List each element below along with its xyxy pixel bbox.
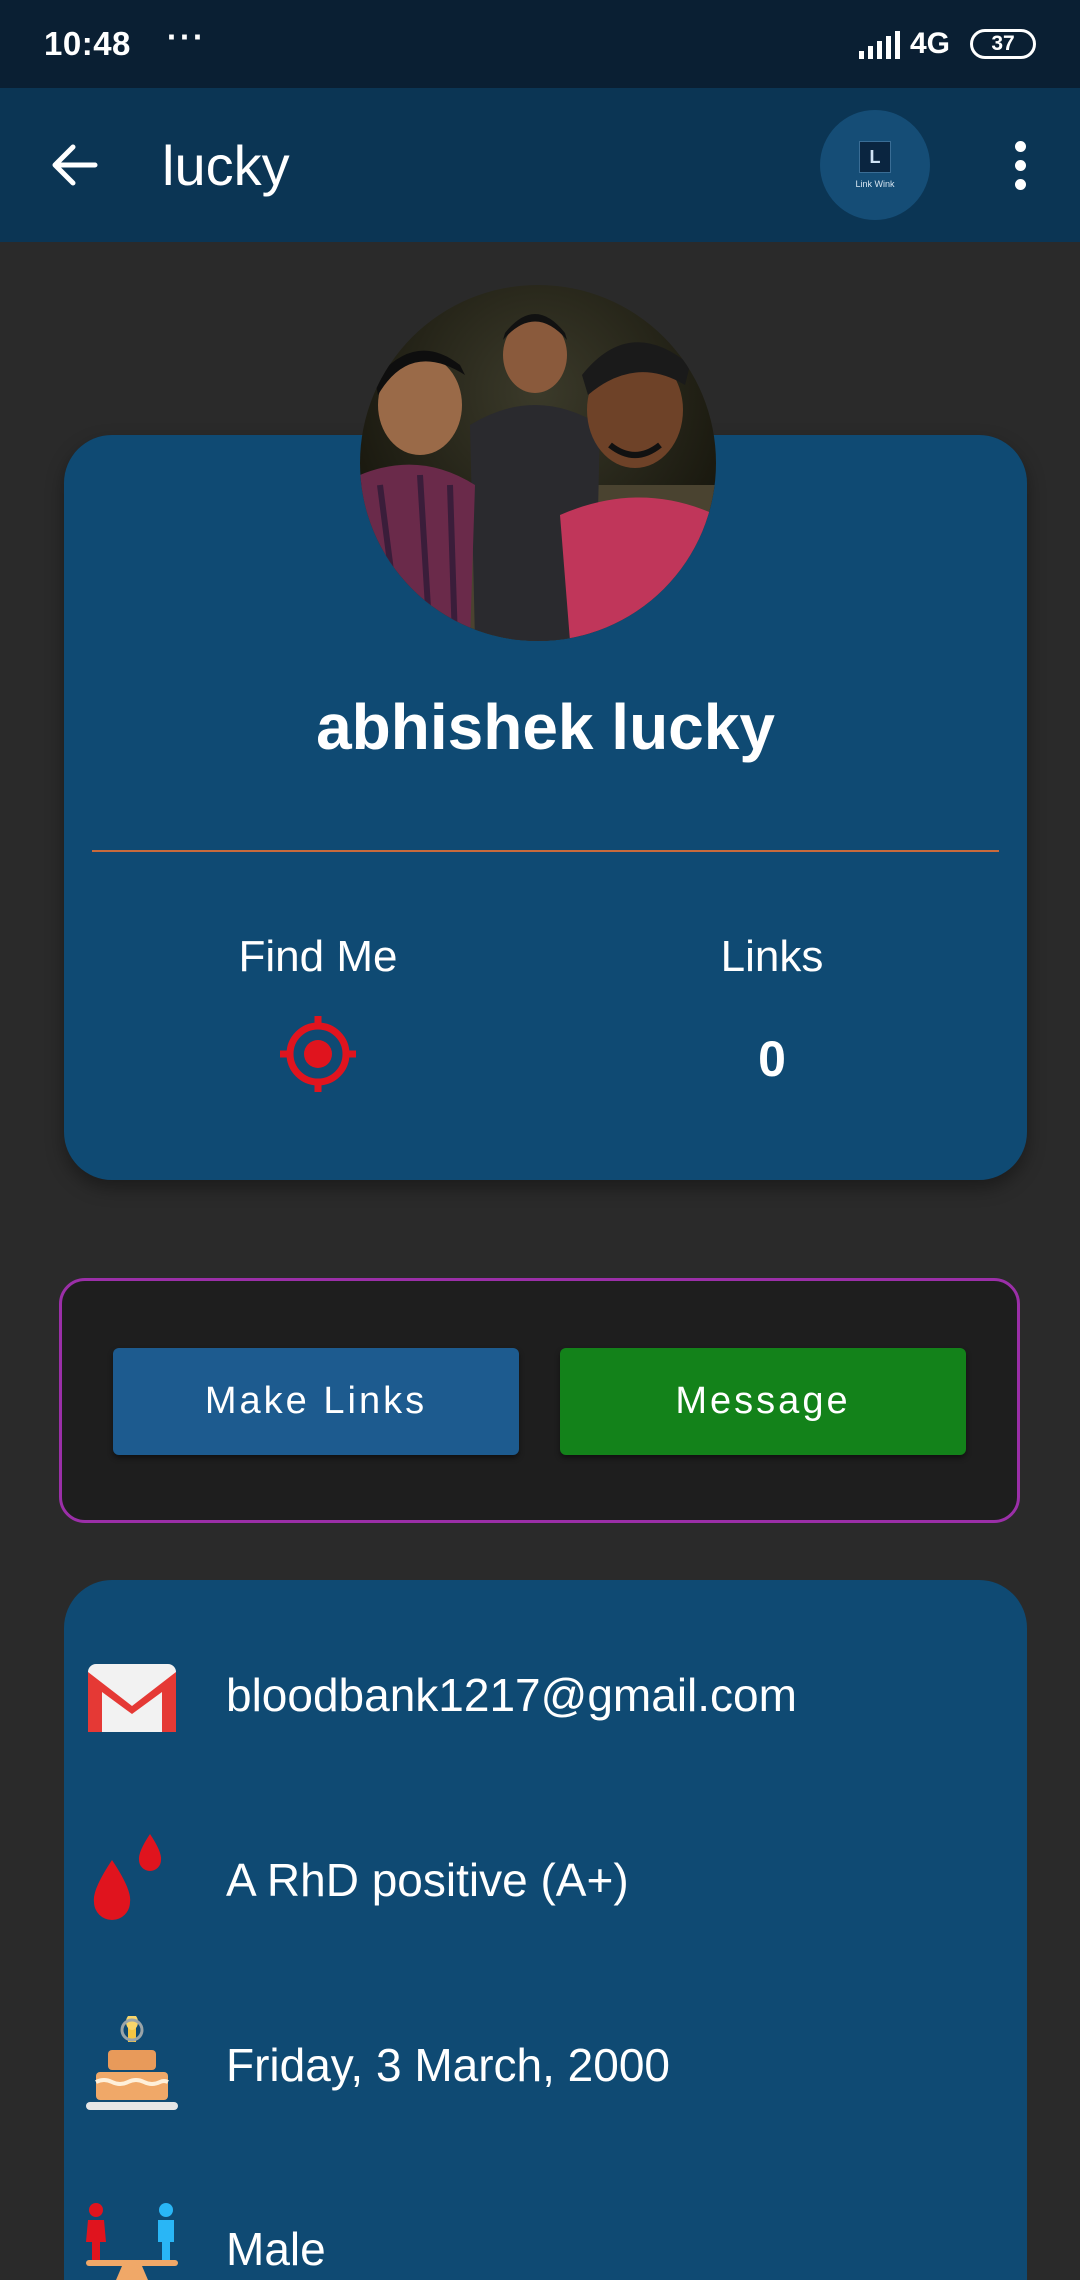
battery-level: 37 xyxy=(991,32,1015,55)
back-button[interactable] xyxy=(40,130,110,200)
avatar[interactable] xyxy=(360,285,716,641)
gmail-icon xyxy=(82,1648,182,1748)
blood-group-text: A RhD positive (A+) xyxy=(226,1854,629,1906)
blood-drop-icon xyxy=(82,1830,182,1930)
logo-letter: L xyxy=(859,141,891,173)
profile-name: abhishek lucky xyxy=(316,691,775,763)
signal-icon xyxy=(858,29,900,59)
more-options-icon[interactable] xyxy=(1000,130,1040,200)
gender-icon xyxy=(82,2200,182,2280)
notification-dots: ··· xyxy=(166,18,206,55)
birthday-text: Friday, 3 March, 2000 xyxy=(226,2039,671,2091)
app-logo[interactable]: L Link Wink xyxy=(820,110,930,220)
status-bar: 10:48 ··· 4G 37 xyxy=(0,0,1080,88)
network-type: 4G xyxy=(909,27,950,60)
app-bar: lucky L Link Wink xyxy=(0,88,1080,242)
target-location-icon[interactable] xyxy=(278,1014,358,1094)
back-arrow-icon xyxy=(52,144,98,186)
logo-caption: Link Wink xyxy=(855,179,895,189)
email-text: bloodbank1217@gmail.com xyxy=(226,1669,797,1721)
gender-text: Male xyxy=(226,2223,326,2275)
make-links-button[interactable]: Make Links xyxy=(113,1348,519,1455)
page-title: lucky xyxy=(162,133,290,197)
links-label: Links xyxy=(720,932,824,981)
links-count: 0 xyxy=(758,1031,786,1087)
find-me-label: Find Me xyxy=(238,932,398,981)
battery-icon: 37 xyxy=(970,29,1036,59)
status-left: 10:48 ··· xyxy=(44,18,206,63)
status-right: 4G 37 xyxy=(858,27,1036,61)
birthday-cake-icon xyxy=(82,2014,182,2116)
message-button[interactable]: Message xyxy=(560,1348,966,1455)
status-time: 10:48 xyxy=(44,25,131,62)
divider xyxy=(92,850,999,852)
